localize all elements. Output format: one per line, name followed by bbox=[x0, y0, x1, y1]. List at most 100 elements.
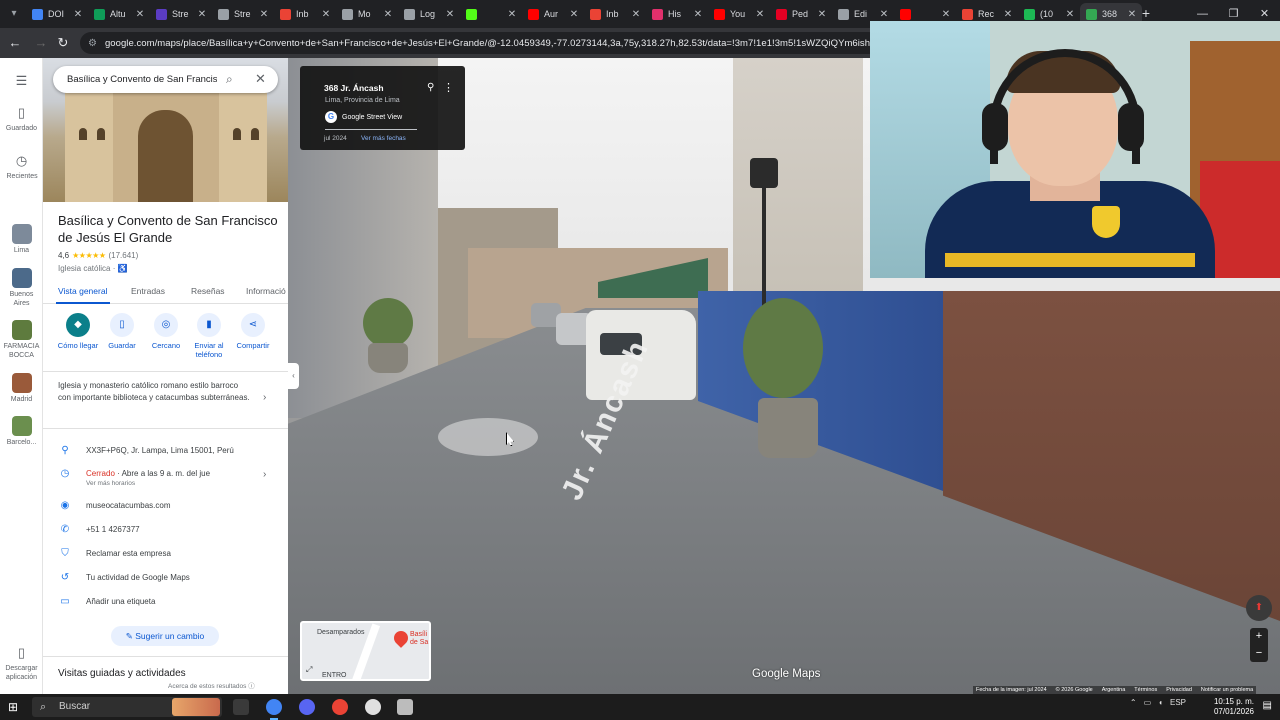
privacy-link[interactable]: Privacidad bbox=[1166, 687, 1192, 693]
zoom-out-icon[interactable]: − bbox=[1250, 645, 1268, 662]
recent-place[interactable]: Lima bbox=[0, 224, 43, 255]
close-tab-icon[interactable]: ✕ bbox=[1064, 9, 1076, 20]
forward-icon[interactable]: → bbox=[32, 34, 50, 52]
browser-tab[interactable]: Ped ✕ bbox=[770, 3, 832, 25]
compass-icon[interactable]: ⬆ bbox=[1246, 595, 1272, 621]
website-row[interactable]: ◉ museocatacumbas.com bbox=[43, 499, 288, 519]
place-category[interactable]: Iglesia católica · ♿ bbox=[58, 264, 128, 273]
obs-icon[interactable] bbox=[365, 699, 381, 715]
recent-place[interactable]: Buenos Aires bbox=[0, 268, 43, 308]
chevron-right-icon[interactable]: › bbox=[263, 469, 266, 480]
close-tab-icon[interactable]: ✕ bbox=[1002, 9, 1014, 20]
new-tab-button[interactable]: + bbox=[1138, 5, 1154, 21]
tab-tickets[interactable]: Entradas bbox=[131, 286, 165, 296]
chevron-right-icon[interactable]: › bbox=[263, 392, 266, 403]
close-tab-icon[interactable]: ✕ bbox=[72, 9, 84, 20]
close-tab-icon[interactable]: ✕ bbox=[878, 9, 890, 20]
browser-tab[interactable]: Aur ✕ bbox=[522, 3, 584, 25]
close-tab-icon[interactable]: ✕ bbox=[506, 9, 518, 20]
close-tab-icon[interactable]: ✕ bbox=[568, 9, 580, 20]
tab-info[interactable]: Informació bbox=[246, 286, 286, 296]
rating-row[interactable]: 4,6 ★★★★★ (17.641) bbox=[58, 251, 138, 260]
address-row[interactable]: ⚲ XX3F+P6Q, Jr. Lampa, Lima 15001, Perú bbox=[43, 444, 288, 464]
menu-button[interactable]: ☰ bbox=[0, 72, 43, 90]
task-view-icon[interactable] bbox=[233, 699, 249, 715]
browser-tab[interactable]: Altu ✕ bbox=[88, 3, 150, 25]
chrome-icon[interactable] bbox=[266, 699, 282, 720]
directions-button[interactable]: ◆ Cómo llegar bbox=[53, 313, 103, 350]
browser-tab[interactable]: Stre ✕ bbox=[212, 3, 274, 25]
close-tab-icon[interactable]: ✕ bbox=[1126, 9, 1138, 20]
discord-icon[interactable] bbox=[299, 699, 315, 715]
saved-button[interactable]: ▯ Guardado bbox=[0, 104, 43, 133]
close-tab-icon[interactable]: ✕ bbox=[754, 9, 766, 20]
browser-tab[interactable]: Inb ✕ bbox=[274, 3, 336, 25]
country-link[interactable]: Argentina bbox=[1102, 687, 1126, 693]
browser-tab[interactable]: Inb ✕ bbox=[584, 3, 646, 25]
browser-tab[interactable]: His ✕ bbox=[646, 3, 708, 25]
address-bar[interactable]: ⚙ google.com/maps/place/Basílica+y+Conve… bbox=[80, 32, 880, 54]
zoom-in-icon[interactable]: + bbox=[1250, 628, 1268, 645]
close-tab-icon[interactable]: ✕ bbox=[630, 9, 642, 20]
notification-icon[interactable]: ▤ bbox=[1263, 700, 1272, 711]
mini-map[interactable]: Desamparados ENTRO Basíli de Sa ⤢ bbox=[300, 621, 431, 681]
volume-icon[interactable]: ◖ bbox=[1158, 698, 1163, 707]
search-input[interactable]: Basílica y Convento de San Francisc bbox=[67, 74, 217, 85]
back-icon[interactable]: ← bbox=[6, 34, 24, 52]
close-tab-icon[interactable]: ✕ bbox=[196, 9, 208, 20]
recent-place[interactable]: FARMACIA BOCCA bbox=[0, 320, 43, 360]
browser-tab[interactable]: ✕ bbox=[460, 3, 522, 25]
activity-row[interactable]: ↺ Tu actividad de Google Maps bbox=[43, 571, 288, 591]
more-options-icon[interactable]: ⋮ bbox=[443, 81, 454, 94]
close-tab-icon[interactable]: ✕ bbox=[940, 9, 952, 20]
phone-row[interactable]: ✆ +51 1 4267377 bbox=[43, 523, 288, 543]
browser-tab[interactable]: Stre ✕ bbox=[150, 3, 212, 25]
share-button[interactable]: ⋖ Compartir bbox=[228, 313, 278, 350]
language-indicator[interactable]: ESP bbox=[1170, 698, 1186, 707]
more-dates-link[interactable]: Ver más fechas bbox=[361, 135, 406, 142]
network-icon[interactable]: ▭ bbox=[1144, 698, 1152, 707]
show-hidden-icons-icon[interactable]: ⌃ bbox=[1130, 698, 1137, 707]
browser-tab[interactable]: Log ✕ bbox=[398, 3, 460, 25]
expand-icon[interactable]: ⤢ bbox=[306, 665, 318, 677]
clear-search-icon[interactable]: ✕ bbox=[255, 71, 266, 87]
recent-place[interactable]: Barcelo... bbox=[0, 416, 43, 447]
close-tab-icon[interactable]: ✕ bbox=[382, 9, 394, 20]
send-to-phone-button[interactable]: ▮ Enviar al teléfono bbox=[184, 313, 234, 359]
collapse-panel-button[interactable]: ‹ bbox=[288, 363, 299, 389]
app-icon[interactable] bbox=[397, 699, 413, 715]
windows-start-icon[interactable]: ⊞ bbox=[8, 700, 22, 714]
navigation-arrow[interactable] bbox=[438, 418, 538, 456]
taskbar-search[interactable]: ⌕ Buscar bbox=[32, 697, 222, 717]
close-tab-icon[interactable]: ✕ bbox=[816, 9, 828, 20]
close-tab-icon[interactable]: ✕ bbox=[320, 9, 332, 20]
place-description[interactable]: Iglesia y monasterio católico romano est… bbox=[58, 380, 253, 404]
close-tab-icon[interactable]: ✕ bbox=[134, 9, 146, 20]
browser-tab[interactable]: You ✕ bbox=[708, 3, 770, 25]
more-hours-link[interactable]: Ver más horarios bbox=[86, 480, 135, 487]
review-count[interactable]: (17.641) bbox=[108, 251, 138, 260]
report-link[interactable]: Notificar un problema bbox=[1201, 687, 1253, 693]
clock[interactable]: 10:15 p. m. 07/01/2026 bbox=[1214, 697, 1254, 717]
close-tab-icon[interactable]: ✕ bbox=[444, 9, 456, 20]
search-icon[interactable]: ⌕ bbox=[226, 72, 233, 87]
save-button[interactable]: ▯ Guardar bbox=[97, 313, 147, 350]
recents-button[interactable]: ◷ Recientes bbox=[0, 152, 43, 181]
about-results-link[interactable]: Acerca de estos resultados ⓘ bbox=[168, 680, 255, 690]
reload-icon[interactable]: ↻ bbox=[54, 34, 72, 52]
label-row[interactable]: ▭ Añadir una etiqueta bbox=[43, 595, 288, 615]
terms-link[interactable]: Términos bbox=[1134, 687, 1157, 693]
close-tab-icon[interactable]: ✕ bbox=[692, 9, 704, 20]
chrome-profile-icon[interactable] bbox=[332, 699, 348, 715]
search-box[interactable]: Basílica y Convento de San Francisc ⌕ ✕ bbox=[53, 66, 278, 93]
tab-overview[interactable]: Vista general bbox=[58, 286, 107, 296]
claim-row[interactable]: ⛉ Reclamar esta empresa bbox=[43, 547, 288, 567]
browser-tab[interactable]: DOI ✕ bbox=[26, 3, 88, 25]
tab-reviews[interactable]: Reseñas bbox=[191, 286, 225, 296]
location-pin-icon[interactable]: ⚲ bbox=[427, 82, 434, 93]
site-info-icon[interactable]: ⚙ bbox=[88, 38, 97, 49]
download-app-button[interactable]: ▯ Descargar aplicación bbox=[0, 644, 43, 682]
recent-place[interactable]: Madrid bbox=[0, 373, 43, 404]
suggest-edit-button[interactable]: ✎ Sugerir un cambio bbox=[111, 626, 219, 646]
browser-tab[interactable]: Mo ✕ bbox=[336, 3, 398, 25]
